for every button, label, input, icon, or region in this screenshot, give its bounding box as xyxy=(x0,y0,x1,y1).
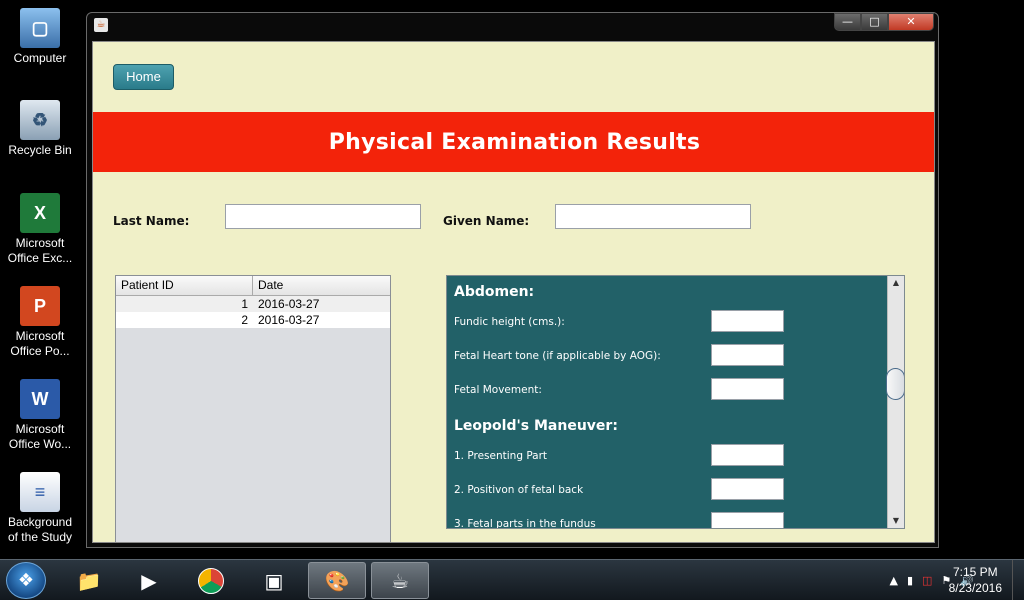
given-name-input[interactable] xyxy=(555,204,751,229)
cell-patient-id: 1 xyxy=(241,297,248,311)
paint-icon[interactable]: 🎨 xyxy=(308,562,366,599)
scroll-down-icon[interactable]: ▼ xyxy=(888,514,904,528)
fundic-height-label: Fundic height (cms.): xyxy=(454,316,565,328)
cell-patient-id: 2 xyxy=(241,313,248,327)
clock-date: 8/23/2016 xyxy=(948,581,1002,595)
fetal-movement-input[interactable] xyxy=(711,378,784,400)
network-icon[interactable]: ◫ xyxy=(922,574,932,587)
excel-icon: X xyxy=(20,193,60,233)
page-title: Physical Examination Results xyxy=(328,129,701,155)
cell-date: 2016-03-27 xyxy=(258,297,320,311)
fetal-parts-fundus-input[interactable] xyxy=(711,512,784,528)
leopold-title: Leopold's Maneuver: xyxy=(454,418,618,434)
desktop-icon-label: Microsoft Office Wo... xyxy=(8,422,72,451)
start-button[interactable]: ❖ xyxy=(6,562,46,599)
desktop-icon-label: Microsoft Office Po... xyxy=(10,329,70,358)
scroll-thumb[interactable] xyxy=(886,368,904,400)
taskbar: ❖ 📁 ▶ ▣ 🎨 ☕ ▲ ▮ ◫ ⚑ 🔊 7:15 PM 8/23/2016 xyxy=(0,559,1024,600)
home-button[interactable]: Home xyxy=(113,64,174,90)
exam-panel: Abdomen: Fundic height (cms.): Fetal Hea… xyxy=(446,275,905,529)
recycle-bin-icon: ♻ xyxy=(20,100,60,140)
fetal-parts-fundus-label: 3. Fetal parts in the fundus xyxy=(454,518,596,529)
desktop-icon-powerpoint[interactable]: P Microsoft Office Po... xyxy=(2,286,78,359)
form-client-area: Home Physical Examination Results Last N… xyxy=(92,41,935,543)
column-header-date[interactable]: Date xyxy=(253,276,283,295)
exam-panel-scrollbar[interactable]: ▲ ▼ xyxy=(886,276,904,528)
cell-date: 2016-03-27 xyxy=(258,313,320,327)
word-document-icon: ≡ xyxy=(20,472,60,512)
close-button[interactable]: ✕ xyxy=(888,13,934,31)
desktop-icon-label: Microsoft Office Exc... xyxy=(7,236,73,265)
table-row[interactable]: 1 2016-03-27 xyxy=(116,296,390,312)
scroll-up-icon[interactable]: ▲ xyxy=(888,276,904,290)
desktop-icon-computer[interactable]: ▢ Computer xyxy=(2,8,78,66)
fetal-heart-tone-label: Fetal Heart tone (if applicable by AOG): xyxy=(454,350,661,362)
battery-icon[interactable]: ▮ xyxy=(907,574,913,587)
title-banner: Physical Examination Results xyxy=(93,112,934,172)
file-explorer-icon[interactable]: 📁 xyxy=(60,562,118,599)
chrome-icon[interactable] xyxy=(182,562,240,599)
java-icon[interactable]: ☕ xyxy=(371,562,429,599)
last-name-label: Last Name: xyxy=(113,214,190,228)
fetal-heart-tone-input[interactable] xyxy=(711,344,784,366)
app-window: ☕ — □ ✕ Home Physical Examination Result… xyxy=(86,12,939,548)
table-header: Patient ID Date xyxy=(116,276,390,296)
desktop-icon-excel[interactable]: X Microsoft Office Exc... xyxy=(2,193,78,266)
fetal-back-position-input[interactable] xyxy=(711,478,784,500)
presenting-part-label: 1. Presenting Part xyxy=(454,450,548,462)
desktop-icon-word[interactable]: W Microsoft Office Wo... xyxy=(2,379,78,452)
powerpoint-icon: P xyxy=(20,286,60,326)
maximize-button[interactable]: □ xyxy=(861,13,888,31)
given-name-label: Given Name: xyxy=(443,214,530,228)
show-hidden-icons-icon[interactable]: ▲ xyxy=(889,574,897,587)
clock-time: 7:15 PM xyxy=(952,565,998,579)
minimize-button[interactable]: — xyxy=(834,13,861,31)
patient-table: Patient ID Date 1 2016-03-27 2 2016-03-2… xyxy=(115,275,391,542)
media-player-icon[interactable]: ▶ xyxy=(120,562,178,599)
desktop-icon-label: Recycle Bin xyxy=(8,143,72,157)
desktop-icon-recycle-bin[interactable]: ♻ Recycle Bin xyxy=(2,100,78,158)
desktop-icon-document[interactable]: ≡ Background of the Study xyxy=(2,472,78,545)
word-icon: W xyxy=(20,379,60,419)
abdomen-title: Abdomen: xyxy=(454,284,535,300)
last-name-input[interactable] xyxy=(225,204,421,229)
column-header-patient-id[interactable]: Patient ID xyxy=(116,276,253,295)
exam-panel-content: Abdomen: Fundic height (cms.): Fetal Hea… xyxy=(447,276,887,529)
clock[interactable]: 7:15 PM 8/23/2016 xyxy=(949,564,1002,596)
computer-icon: ▢ xyxy=(20,8,60,48)
virtualbox-icon[interactable]: ▣ xyxy=(245,562,303,599)
show-desktop-button[interactable] xyxy=(1012,560,1024,600)
desktop-icon-label: Background of the Study xyxy=(7,515,73,544)
fetal-movement-label: Fetal Movement: xyxy=(454,384,542,396)
java-app-icon: ☕ xyxy=(94,18,108,32)
window-titlebar[interactable]: ☕ — □ ✕ xyxy=(87,13,938,37)
fetal-back-position-label: 2. Positivon of fetal back xyxy=(454,484,584,496)
presenting-part-input[interactable] xyxy=(711,444,784,466)
fundic-height-input[interactable] xyxy=(711,310,784,332)
window-controls: — □ ✕ xyxy=(834,13,934,31)
table-body: 1 2016-03-27 2 2016-03-27 xyxy=(116,296,390,328)
desktop-icon-label: Computer xyxy=(13,51,67,65)
table-row[interactable]: 2 2016-03-27 xyxy=(116,312,390,328)
